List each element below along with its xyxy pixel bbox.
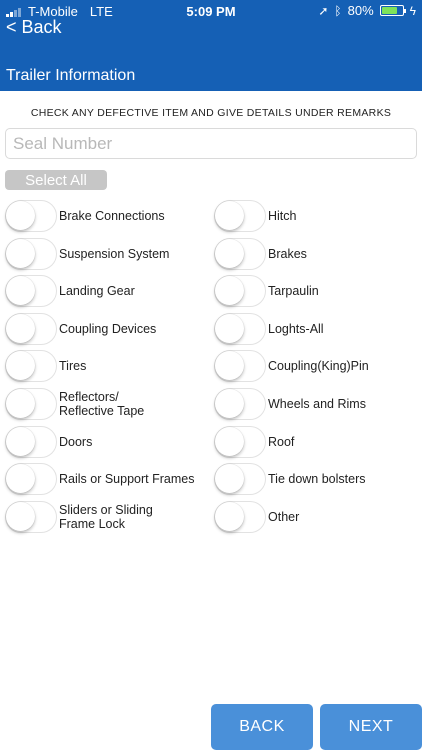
- checklist-item-sliders: Sliders or Sliding Frame Lock: [5, 499, 169, 535]
- checklist-item-suspension-system: Suspension System: [5, 236, 169, 272]
- seal-number-input[interactable]: [5, 128, 417, 159]
- toggle-switch[interactable]: [214, 426, 266, 458]
- checklist-item-doors: Doors: [5, 424, 92, 460]
- toggle-switch[interactable]: [5, 200, 57, 232]
- item-label: Sliders or Sliding Frame Lock: [59, 503, 153, 531]
- item-label: Tires: [59, 359, 87, 373]
- item-label: Suspension System: [59, 247, 170, 261]
- toggle-switch[interactable]: [214, 313, 266, 345]
- toggle-switch[interactable]: [5, 388, 57, 420]
- location-arrow-icon: ➚: [318, 3, 329, 18]
- item-label: Brakes: [268, 247, 307, 261]
- battery-icon: [379, 5, 406, 16]
- toggle-switch[interactable]: [214, 350, 266, 382]
- status-right: ➚ ᛒ 80% ϟ: [318, 3, 416, 18]
- page-title: Trailer Information: [6, 67, 136, 84]
- checklist-item-brakes: Brakes: [214, 236, 307, 272]
- instructions-text: CHECK ANY DEFECTIVE ITEM AND GIVE DETAIL…: [30, 107, 392, 119]
- item-label: Brake Connections: [59, 209, 165, 223]
- toggle-switch[interactable]: [214, 200, 266, 232]
- checklist-item-coupling-devices: Coupling Devices: [5, 311, 156, 347]
- battery-fill: [381, 7, 398, 14]
- item-label: Hitch: [268, 209, 297, 223]
- checklist-item-tires: Tires: [5, 348, 86, 384]
- checklist-item-rails-or-support-frames: Rails or Support Frames: [5, 461, 194, 497]
- bluetooth-icon: ᛒ: [334, 3, 342, 18]
- toggle-switch[interactable]: [214, 275, 266, 307]
- toggle-switch[interactable]: [5, 275, 57, 307]
- back-link[interactable]: < Back: [6, 17, 62, 38]
- checklist-item-tarpaulin: Tarpaulin: [214, 273, 319, 309]
- item-label: Landing Gear: [59, 284, 135, 298]
- toggle-switch[interactable]: [214, 463, 266, 495]
- toggle-switch[interactable]: [5, 313, 57, 345]
- item-label: Reflectors/ Reflective Tape: [59, 390, 145, 418]
- item-label: Wheels and Rims: [268, 397, 366, 411]
- item-label: Other: [268, 510, 300, 524]
- item-label: Tie down bolsters: [268, 472, 366, 486]
- checklist-item-roof: Roof: [214, 424, 294, 460]
- toggle-switch[interactable]: [5, 463, 57, 495]
- toggle-switch[interactable]: [5, 350, 57, 382]
- toggle-switch[interactable]: [5, 501, 57, 533]
- toggle-switch[interactable]: [214, 238, 266, 270]
- checklist-item-coupling-king-pin: Coupling(King)Pin: [214, 348, 369, 384]
- item-label: Rails or Support Frames: [59, 472, 195, 486]
- select-all-button[interactable]: Select All: [5, 170, 107, 190]
- item-label: Doors: [59, 435, 93, 449]
- battery-percent: 80%: [347, 3, 374, 18]
- checklist-item-tie-down-bolsters: Tie down bolsters: [214, 461, 366, 497]
- footer-actions: BACK NEXT: [0, 704, 422, 750]
- app-header: T-Mobile LTE 5:09 PM ➚ ᛒ 80% ϟ < Back Tr…: [0, 0, 422, 91]
- checklist-item-lights-all: Loghts-All: [214, 311, 324, 347]
- checklist-item-reflectors: Reflectors/ Reflective Tape: [5, 386, 159, 422]
- back-button[interactable]: BACK: [211, 704, 313, 750]
- next-button[interactable]: NEXT: [320, 704, 422, 750]
- checklist-item-hitch: Hitch: [214, 198, 296, 234]
- toggle-switch[interactable]: [5, 238, 57, 270]
- checklist-item-landing-gear: Landing Gear: [5, 273, 135, 309]
- checklist-item-other: Other: [214, 499, 299, 535]
- item-label: Loghts-All: [268, 322, 324, 336]
- charging-bolt-icon: ϟ: [409, 3, 416, 18]
- toggle-switch[interactable]: [5, 426, 57, 458]
- checklist-item-brake-connections: Brake Connections: [5, 198, 165, 234]
- status-bar: T-Mobile LTE 5:09 PM ➚ ᛒ 80% ϟ: [0, 0, 422, 22]
- item-label: Tarpaulin: [268, 284, 319, 298]
- item-label: Roof: [268, 435, 295, 449]
- item-label: Coupling(King)Pin: [268, 359, 369, 373]
- toggle-switch[interactable]: [214, 501, 266, 533]
- checklist-item-wheels-and-rims: Wheels and Rims: [214, 386, 366, 422]
- item-label: Coupling Devices: [59, 322, 157, 336]
- toggle-switch[interactable]: [214, 388, 266, 420]
